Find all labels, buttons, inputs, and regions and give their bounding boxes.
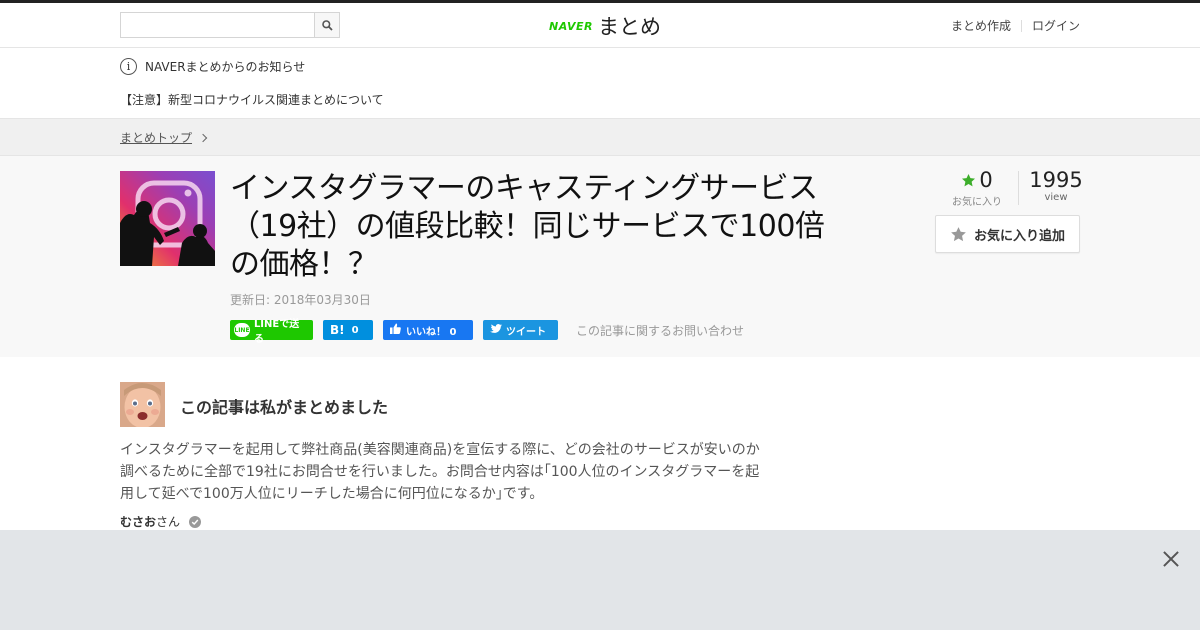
article-contact-link[interactable]: この記事に関するお問い合わせ <box>576 322 744 339</box>
add-favorite-label: お気に入り追加 <box>973 228 1065 244</box>
logo-brand: NAVER <box>549 19 593 33</box>
create-matome-link[interactable]: まとめ作成 <box>951 17 1011 34</box>
favorite-stat: 0 お気に入り <box>950 168 1004 208</box>
line-share-label: LINEで送る <box>253 319 300 345</box>
author-name-row: むさお さん <box>120 513 202 530</box>
facebook-like-button[interactable]: いいね！ 0 <box>383 320 473 340</box>
favorite-count: 0 <box>979 168 993 192</box>
thumbs-up-icon <box>390 323 401 337</box>
favorite-count-row: 0 <box>950 168 1004 192</box>
search-button[interactable] <box>314 13 339 37</box>
ad-banner <box>0 530 1200 630</box>
view-label: view <box>1044 192 1068 203</box>
notice-heading-text: NAVERまとめからのお知らせ <box>145 60 306 74</box>
view-count: 1995 <box>1029 168 1083 192</box>
site-header: NAVER まとめ まとめ作成 ログイン <box>0 3 1200 48</box>
notice-item-link[interactable]: 【注意】新型コロナウイルス関連まとめについて <box>120 91 384 108</box>
search-box <box>120 12 340 38</box>
info-icon: i <box>120 58 137 75</box>
breadcrumb-bar: まとめトップ <box>0 119 1200 156</box>
hatena-bookmark-button[interactable]: B! 0 <box>323 320 373 340</box>
notice-heading: i NAVERまとめからのお知らせ <box>120 58 305 75</box>
article-thumbnail[interactable] <box>120 171 215 266</box>
header-nav: まとめ作成 ログイン <box>951 17 1080 34</box>
star-outline-icon <box>950 226 967 243</box>
logo-name: まとめ <box>597 15 661 39</box>
article-stats: 0 お気に入り 1995 view <box>935 168 1083 208</box>
article-header: インスタグラマーのキャスティングサービス（19社）の値段比較！同じサービスで10… <box>0 156 1200 357</box>
stats-divider <box>1018 171 1019 205</box>
nav-divider <box>1020 19 1022 32</box>
site-logo[interactable]: NAVER まとめ <box>549 11 661 41</box>
star-icon <box>961 173 976 188</box>
author-heading: この記事は私がまとめました <box>180 398 389 417</box>
line-icon: LINE <box>234 323 250 337</box>
breadcrumb-home-link[interactable]: まとめトップ <box>120 129 192 146</box>
author-honorific: さん <box>156 515 181 529</box>
facebook-like-label: いいね！ 0 <box>406 326 457 338</box>
tweet-button[interactable]: ツイート <box>483 320 558 340</box>
login-link[interactable]: ログイン <box>1032 17 1080 34</box>
author-avatar[interactable] <box>120 382 165 427</box>
hatena-count: 0 <box>351 324 359 336</box>
updated-date: 更新日: 2018年03月30日 <box>230 293 371 307</box>
notice-panel: i NAVERまとめからのお知らせ 【注意】新型コロナウイルス関連まとめについて <box>0 48 1200 119</box>
favorite-label: お気に入り <box>952 197 1002 208</box>
search-input[interactable] <box>121 13 315 37</box>
view-stat: 1995 view <box>1029 168 1083 203</box>
verified-check-icon <box>189 515 202 528</box>
hatena-icon: B! <box>330 323 345 337</box>
tweet-label: ツイート <box>506 326 546 338</box>
author-section: この記事は私がまとめました インスタグラマーを起用して弊社商品(美容関連商品)を… <box>0 357 1200 530</box>
add-favorite-button[interactable]: お気に入り追加 <box>935 215 1080 253</box>
search-icon <box>321 16 333 35</box>
article-title: インスタグラマーのキャスティングサービス（19社）の値段比較！同じサービスで10… <box>230 171 825 282</box>
close-ad-button[interactable] <box>1161 549 1181 569</box>
article-description: インスタグラマーを起用して弊社商品(美容関連商品)を宣伝する際に、どの会社のサー… <box>120 442 760 502</box>
breadcrumb: まとめトップ <box>120 129 208 146</box>
line-share-button[interactable]: LINE LINEで送る <box>230 319 313 345</box>
chevron-right-icon <box>198 133 208 142</box>
author-name[interactable]: むさお <box>120 513 156 530</box>
share-buttons: LINE LINEで送る B! 0 いいね！ 0 ツイート この記事に関するお問… <box>230 319 744 345</box>
twitter-bird-icon <box>490 323 502 337</box>
